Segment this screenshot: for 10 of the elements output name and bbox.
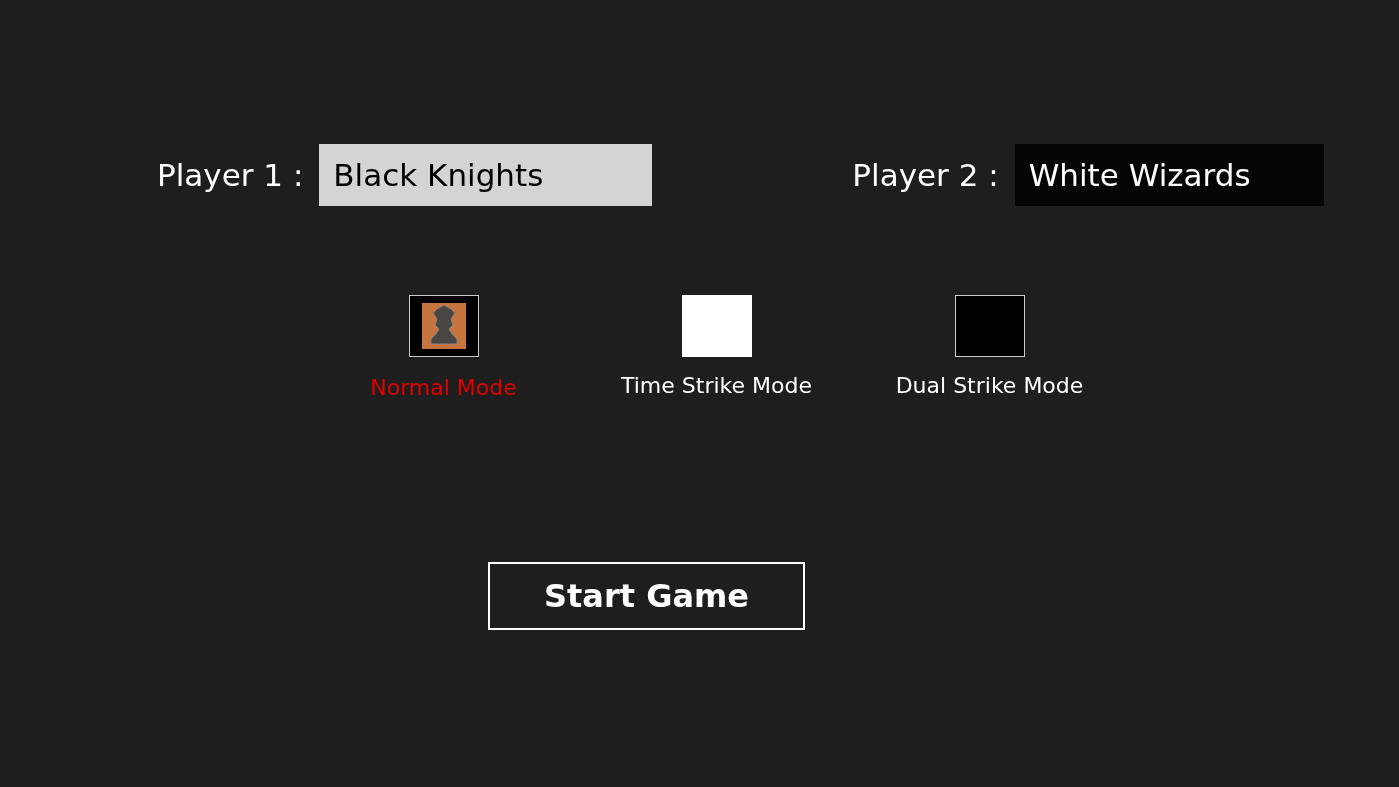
player-name-field[interactable]: Black Knights bbox=[319, 144, 653, 206]
player-name-field[interactable]: White Wizards bbox=[1014, 144, 1324, 206]
mode-tile[interactable] bbox=[954, 295, 1025, 357]
player-label: Player 2 : bbox=[852, 155, 999, 195]
mode-tile[interactable] bbox=[681, 295, 752, 357]
player-label: Player 1 : bbox=[157, 155, 304, 195]
chess-piece-icon[interactable] bbox=[408, 295, 479, 357]
mode-label[interactable]: Dual Strike Mode bbox=[895, 369, 1084, 402]
mode-label[interactable]: Time Strike Mode bbox=[621, 369, 812, 402]
start-game-button[interactable]: Start Game bbox=[488, 562, 805, 630]
